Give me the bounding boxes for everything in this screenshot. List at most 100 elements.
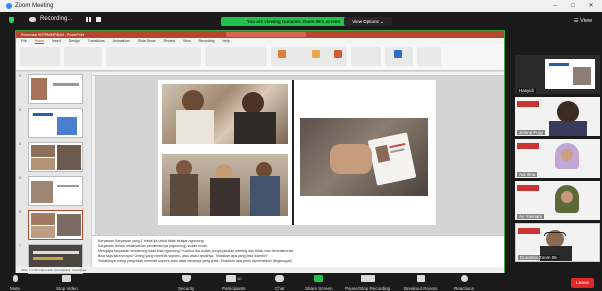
close-button[interactable]: ✕ — [583, 0, 599, 12]
paragraph-group[interactable] — [205, 47, 267, 66]
virtual-background-logo — [518, 228, 540, 234]
slide-divider — [292, 80, 294, 225]
participants-gallery: Hasyidi Jelena Fujiy Adi Ilma Ari Yasria… — [515, 55, 600, 265]
dictate-icon[interactable] — [394, 50, 402, 58]
toolbar-label: Share Screen — [305, 286, 333, 291]
toolbar-label: Chat — [275, 286, 285, 291]
toolbar-label: Pause/Stop Recording — [345, 286, 391, 291]
leave-button[interactable]: Leave — [571, 278, 594, 288]
slides-group[interactable] — [64, 47, 102, 66]
designer-group[interactable] — [417, 47, 441, 66]
shield-icon — [181, 275, 191, 282]
stop-icon[interactable] — [96, 17, 101, 22]
slide-photo-discussion[interactable] — [162, 84, 288, 144]
slide-number: 3 — [19, 108, 21, 112]
thumbnail-photo — [57, 214, 81, 236]
thumbnail-photo — [31, 213, 55, 225]
share-screen-icon — [314, 275, 324, 282]
powerpoint-search-box[interactable] — [226, 32, 306, 37]
arrange-icon[interactable] — [312, 50, 320, 58]
share-screen-button[interactable]: Share Screen — [305, 274, 333, 291]
tab-view[interactable]: View — [183, 39, 191, 43]
minimize-button[interactable]: – — [547, 0, 563, 12]
tab-animations[interactable]: Animations — [113, 39, 130, 43]
toolbar-label: Reactions — [454, 286, 475, 291]
slide-number: 6 — [19, 210, 21, 214]
view-button[interactable]: ☰ View — [574, 18, 592, 24]
tab-home[interactable]: Home — [34, 39, 44, 44]
reactions-button[interactable]: Reactions — [454, 274, 474, 291]
thumbnail-photo — [31, 158, 55, 170]
pause-stop-recording-button[interactable]: Pause/Stop Recording — [345, 274, 390, 291]
font-group[interactable] — [106, 47, 201, 66]
tab-file[interactable]: File — [21, 39, 27, 43]
breakout-rooms-button[interactable]: Breakout Rooms — [404, 274, 438, 291]
slide-thumbnail[interactable] — [28, 176, 83, 206]
tab-design[interactable]: Design — [69, 39, 80, 43]
participant-tile[interactable]: Hasyidi — [515, 55, 600, 94]
tab-review[interactable]: Review — [164, 39, 175, 43]
slide-number: 7 — [19, 244, 21, 248]
tab-slide-show[interactable]: Slide Show — [138, 39, 156, 43]
powerpoint-titlebar: Presentasi KEPEMIMPINAN - PowerPoint — [16, 31, 504, 38]
participant-tile-active-speaker[interactable]: Dunamis Zoom 06 — [515, 223, 600, 262]
microphone-icon — [12, 275, 18, 282]
view-label: View — [580, 18, 592, 24]
slide-photo-id-badge[interactable] — [300, 118, 428, 196]
virtual-background-logo — [517, 185, 539, 191]
person-body — [234, 112, 276, 144]
recording-indicator: Recording... — [29, 16, 72, 22]
tab-recording[interactable]: Recording — [199, 39, 215, 43]
tab-transitions[interactable]: Transitions — [88, 39, 105, 43]
participant-name: Jelena Fujiy — [517, 130, 546, 135]
participant-tile[interactable]: Jelena Fujiy — [515, 97, 600, 136]
id-card — [367, 132, 417, 186]
slide-thumbnail[interactable] — [28, 74, 83, 104]
speaker-notes-pane[interactable]: Karyawan Karyawan yang 1 minta Ija untuk… — [92, 235, 504, 267]
editing-group[interactable] — [351, 47, 381, 66]
participant-tile[interactable]: Adi Ilma — [515, 139, 600, 178]
thumbnail-text — [57, 185, 79, 187]
zoom-window: Zoom Meeting – □ ✕ Recording... You are … — [0, 0, 602, 291]
breakout-rooms-icon — [416, 275, 425, 282]
view-options-button[interactable]: View Options ⌄ — [344, 17, 392, 26]
tab-insert[interactable]: Insert — [52, 39, 61, 43]
participants-button[interactable]: 10 Participants — [222, 274, 246, 291]
stop-video-button[interactable]: Stop Video — [56, 274, 78, 291]
maximize-button[interactable]: □ — [565, 0, 581, 12]
toolbar-label: Participants — [222, 286, 246, 291]
slide-photo — [573, 67, 591, 85]
slide-thumbnail-selected[interactable] — [28, 210, 83, 240]
vertical-ruler — [92, 76, 96, 235]
current-slide[interactable] — [158, 80, 436, 225]
slide-thumbnail[interactable] — [28, 142, 83, 172]
person-head — [182, 90, 204, 112]
cloud-icon — [29, 16, 36, 22]
tab-help[interactable]: Help — [222, 39, 229, 43]
encryption-shield-icon[interactable] — [9, 17, 14, 23]
slide-thumbnail[interactable] — [28, 108, 83, 138]
slide-thumbnails-pane: 2 3 4 5 6 7 — [16, 72, 91, 274]
thumbnail-text — [33, 113, 53, 116]
person-body — [176, 110, 214, 144]
virtual-background-logo — [517, 101, 539, 107]
mute-button[interactable]: Mute — [10, 274, 20, 291]
thumbnail-text — [33, 251, 79, 254]
toolbar-label: Mute — [10, 286, 21, 291]
shapes-icon[interactable] — [278, 50, 286, 58]
meeting-controls: Mute Stop Video Security 10 Participants… — [0, 274, 602, 291]
slide-number: 5 — [19, 176, 21, 180]
security-button[interactable]: Security — [178, 274, 194, 291]
ribbon — [16, 44, 504, 71]
clipboard-group[interactable] — [20, 47, 60, 66]
zoom-logo-icon — [6, 3, 12, 9]
status-text: Slide 7 of 25 Indonesian Accessibility: … — [21, 268, 87, 272]
quick-styles-icon[interactable] — [334, 50, 342, 58]
participant-tile[interactable]: Ari Yasriani — [515, 181, 600, 220]
participant-name: Ari Yasriani — [517, 214, 544, 219]
pause-icon[interactable] — [86, 17, 88, 22]
chat-button[interactable]: Chat — [275, 274, 285, 291]
meeting-top-bar: Recording... You are viewing Dunamis Zoo… — [0, 12, 602, 27]
thumbnail-text — [33, 257, 63, 260]
slide-photo-meeting[interactable] — [162, 154, 288, 216]
